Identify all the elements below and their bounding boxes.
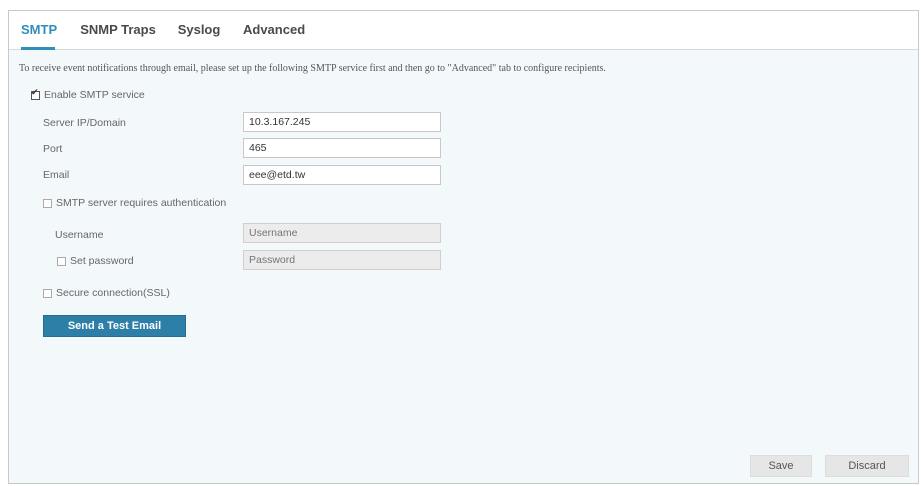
- tab-snmp-traps[interactable]: SNMP Traps: [79, 11, 157, 49]
- tab-smtp[interactable]: SMTP: [21, 11, 57, 50]
- smtp-settings-window: SMTP SNMP Traps Syslog Advanced To recei…: [8, 10, 919, 484]
- set-password-checkbox-row[interactable]: Set password: [57, 255, 134, 267]
- server-label: Server IP/Domain: [43, 117, 126, 129]
- tab-syslog[interactable]: Syslog: [176, 11, 222, 49]
- discard-button[interactable]: Discard: [825, 455, 909, 477]
- port-label: Port: [43, 143, 63, 155]
- auth-checkbox-row[interactable]: SMTP server requires authentication: [43, 197, 226, 209]
- password-input[interactable]: [243, 250, 441, 270]
- enable-smtp-checkbox-row[interactable]: Enable SMTP service: [31, 88, 145, 101]
- enable-smtp-label: Enable SMTP service: [44, 89, 145, 101]
- username-label: Username: [55, 229, 104, 241]
- enable-smtp-checkbox[interactable]: [31, 88, 40, 100]
- ssl-checkbox[interactable]: [43, 288, 52, 298]
- tab-bar: SMTP SNMP Traps Syslog Advanced: [9, 11, 918, 50]
- server-input[interactable]: [243, 112, 441, 132]
- save-button[interactable]: Save: [750, 455, 812, 477]
- port-input[interactable]: [243, 138, 441, 158]
- email-input[interactable]: [243, 165, 441, 185]
- auth-label: SMTP server requires authentication: [56, 197, 227, 209]
- email-label: Email: [43, 169, 70, 181]
- set-password-checkbox[interactable]: [57, 256, 66, 266]
- ssl-label: Secure connection(SSL): [56, 287, 170, 299]
- ssl-checkbox-row[interactable]: Secure connection(SSL): [43, 287, 170, 299]
- set-password-label: Set password: [70, 255, 134, 267]
- auth-checkbox[interactable]: [43, 198, 52, 208]
- tab-advanced[interactable]: Advanced: [243, 11, 305, 49]
- intro-text: To receive event notifications through e…: [19, 63, 606, 74]
- send-test-email-button[interactable]: Send a Test Email: [43, 315, 186, 337]
- username-input[interactable]: [243, 223, 441, 243]
